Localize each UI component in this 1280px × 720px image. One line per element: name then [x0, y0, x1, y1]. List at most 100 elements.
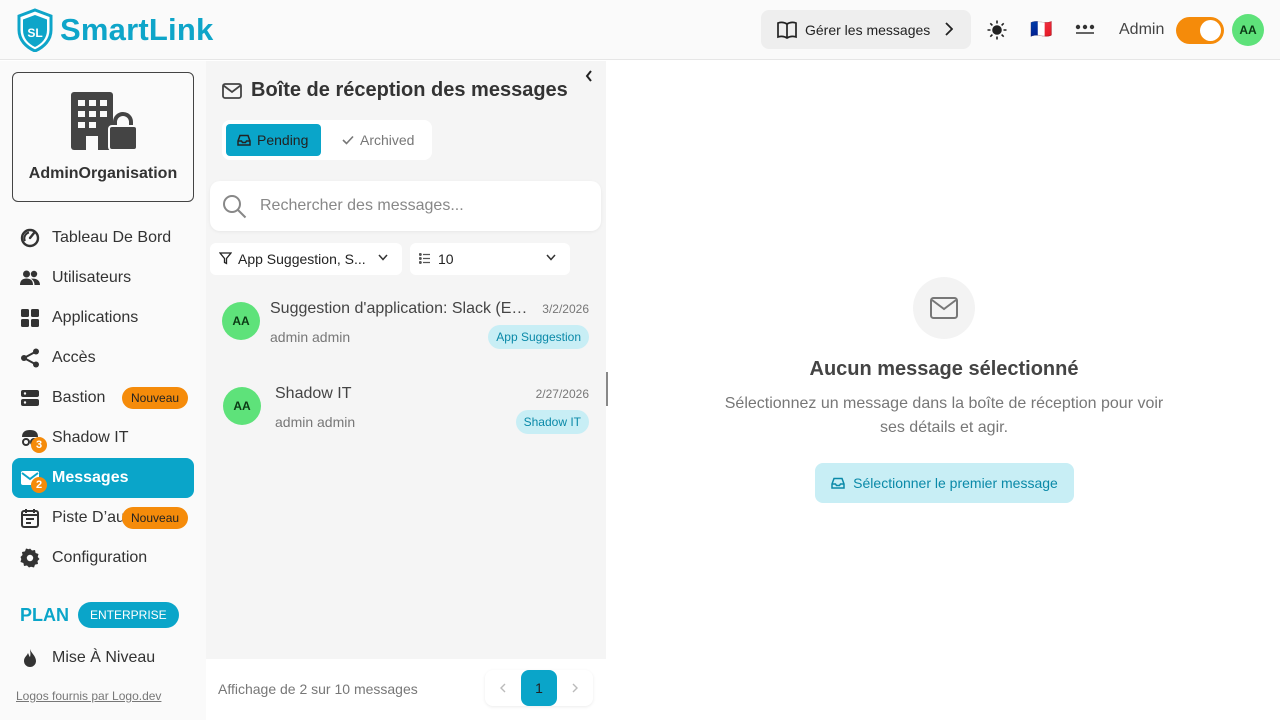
- filter-funnel-icon: [219, 252, 232, 265]
- dashboard-gauge-icon: [20, 228, 40, 248]
- chevron-left-icon: [500, 683, 506, 693]
- flame-icon: [24, 649, 36, 667]
- sun-icon[interactable]: [987, 20, 1007, 40]
- message-subject: Suggestion d'application: Slack (E…: [270, 300, 528, 317]
- sidebar-item-label: Accès: [52, 349, 96, 366]
- next-page-button[interactable]: [557, 670, 593, 706]
- sidebar-item-label: Tableau De Bord: [52, 229, 172, 246]
- page-button-current[interactable]: 1: [521, 670, 557, 706]
- sidebar: AdminOrganisation Tableau De Bord Utilis…: [0, 61, 206, 720]
- message-list-item[interactable]: AA Shadow IT 2/27/2026 admin admin Shado…: [206, 365, 606, 449]
- tab-label: Pending: [257, 132, 309, 148]
- sidebar-item-configuration[interactable]: Configuration: [12, 538, 194, 578]
- chevron-down-icon: [546, 254, 556, 261]
- message-subject: Shadow IT: [275, 385, 352, 402]
- toggle-knob: [1200, 20, 1221, 41]
- plan-badge: ENTERPRISE: [78, 602, 179, 628]
- upgrade-button[interactable]: Mise À Niveau: [12, 638, 194, 678]
- plan-label: PLAN: [20, 604, 69, 625]
- manage-messages-label: Gérer les messages: [805, 21, 931, 38]
- sidebar-item-dashboard[interactable]: Tableau De Bord: [12, 218, 194, 258]
- search-input[interactable]: [260, 191, 590, 221]
- more-horizontal-icon[interactable]: [1075, 24, 1095, 36]
- users-icon: [20, 270, 40, 285]
- server-icon: [21, 390, 39, 406]
- list-icon: [419, 253, 430, 264]
- sidebar-item-label: Utilisateurs: [52, 269, 132, 286]
- tab-pending[interactable]: Pending: [226, 124, 321, 156]
- select-first-message-button[interactable]: Sélectionner le premier message: [815, 463, 1074, 503]
- shield-logo-icon: SL: [17, 8, 53, 52]
- mail-outline-icon: [222, 82, 242, 99]
- page-size-dropdown[interactable]: 10: [410, 243, 570, 275]
- inbox-header: Boîte de réception des messages: [222, 79, 568, 102]
- sidebar-item-applications[interactable]: Applications: [12, 298, 194, 338]
- manage-messages-button[interactable]: Gérer les messages: [761, 10, 971, 49]
- book-open-icon: [777, 20, 797, 39]
- sidebar-item-shadow-it[interactable]: 3 Shadow IT: [12, 418, 194, 458]
- messages-count-badge: 2: [31, 477, 47, 493]
- check-icon: [342, 135, 354, 145]
- user-role-label: Admin: [1119, 21, 1165, 38]
- apps-grid-icon: [21, 309, 39, 327]
- message-list-item[interactable]: AA Suggestion d'application: Slack (E… 3…: [206, 280, 606, 364]
- status-tabs: Pending Archived: [222, 120, 432, 160]
- message-sender: admin admin: [275, 414, 356, 430]
- tab-archived[interactable]: Archived: [332, 124, 428, 156]
- inbox-tray-icon: [237, 134, 251, 146]
- mail-outline-icon: [930, 297, 958, 319]
- prev-page-button[interactable]: [485, 670, 521, 706]
- message-detail-panel: Aucun message sélectionné Sélectionnez u…: [608, 61, 1280, 720]
- logo-credits-link[interactable]: Logos fournis par Logo.dev: [16, 689, 161, 703]
- sidebar-item-label: Bastion: [52, 389, 106, 406]
- sidebar-item-label: Applications: [52, 309, 139, 326]
- sidebar-item-bastion[interactable]: Bastion Nouveau: [12, 378, 194, 418]
- message-inbox-panel: Boîte de réception des messages Pending …: [206, 61, 606, 720]
- chevron-right-icon: [945, 22, 953, 36]
- message-type-tag: App Suggestion: [488, 325, 589, 349]
- calendar-list-icon: [21, 509, 39, 528]
- sidebar-item-audit-trail[interactable]: Piste D’audit Nouveau: [12, 498, 194, 538]
- empty-state-title: Aucun message sélectionné: [809, 358, 1079, 380]
- collapse-panel-chevron-icon[interactable]: [584, 69, 594, 83]
- chevron-down-icon: [378, 254, 388, 261]
- page-size-value: 10: [438, 251, 454, 267]
- brand-logo[interactable]: SL SmartLink: [16, 8, 213, 52]
- type-filter-dropdown[interactable]: App Suggestion, S...: [210, 243, 402, 275]
- user-avatar[interactable]: AA: [1232, 14, 1264, 46]
- chevron-right-icon: [572, 683, 578, 693]
- pagination-info: Affichage de 2 sur 10 messages: [218, 681, 418, 697]
- plan-indicator: PLAN ENTERPRISE: [20, 602, 179, 628]
- inbox-tray-icon: [831, 477, 845, 489]
- share-icon: [21, 348, 39, 368]
- organisation-name: AdminOrganisation: [28, 165, 178, 182]
- logo-initials: SL: [27, 26, 42, 40]
- tab-label: Archived: [360, 132, 415, 148]
- flag-fr-icon[interactable]: 🇫🇷: [1030, 19, 1052, 39]
- empty-state-subtitle: Sélectionnez un message dans la boîte de…: [724, 395, 1164, 436]
- sidebar-item-access[interactable]: Accès: [12, 338, 194, 378]
- inbox-title: Boîte de réception des messages: [251, 79, 568, 101]
- empty-state-icon-wrap: [913, 277, 975, 339]
- inbox-footer: Affichage de 2 sur 10 messages 1: [206, 659, 606, 720]
- sidebar-item-messages[interactable]: 2 Messages: [12, 458, 194, 498]
- organisation-card[interactable]: AdminOrganisation: [12, 72, 194, 202]
- sidebar-item-users[interactable]: Utilisateurs: [12, 258, 194, 298]
- filter-value: App Suggestion, S...: [238, 251, 366, 267]
- message-date: 3/2/2026: [542, 302, 589, 316]
- message-search: [210, 181, 601, 231]
- sender-avatar: AA: [222, 302, 260, 340]
- message-date: 2/27/2026: [535, 387, 589, 401]
- new-badge: Nouveau: [122, 387, 189, 409]
- message-sender: admin admin: [270, 329, 351, 345]
- sidebar-item-label: Configuration: [52, 549, 148, 566]
- top-header: SL SmartLink Gérer les messages 🇫🇷 Admin…: [0, 0, 1280, 60]
- upgrade-label: Mise À Niveau: [52, 649, 156, 666]
- search-icon: [223, 195, 247, 219]
- brand-name: SmartLink: [60, 12, 214, 47]
- admin-mode-toggle[interactable]: [1176, 17, 1224, 44]
- building-lock-icon: [71, 92, 137, 150]
- select-first-message-label: Sélectionner le premier message: [853, 475, 1058, 491]
- message-type-tag: Shadow IT: [515, 410, 589, 434]
- gear-icon: [20, 548, 40, 568]
